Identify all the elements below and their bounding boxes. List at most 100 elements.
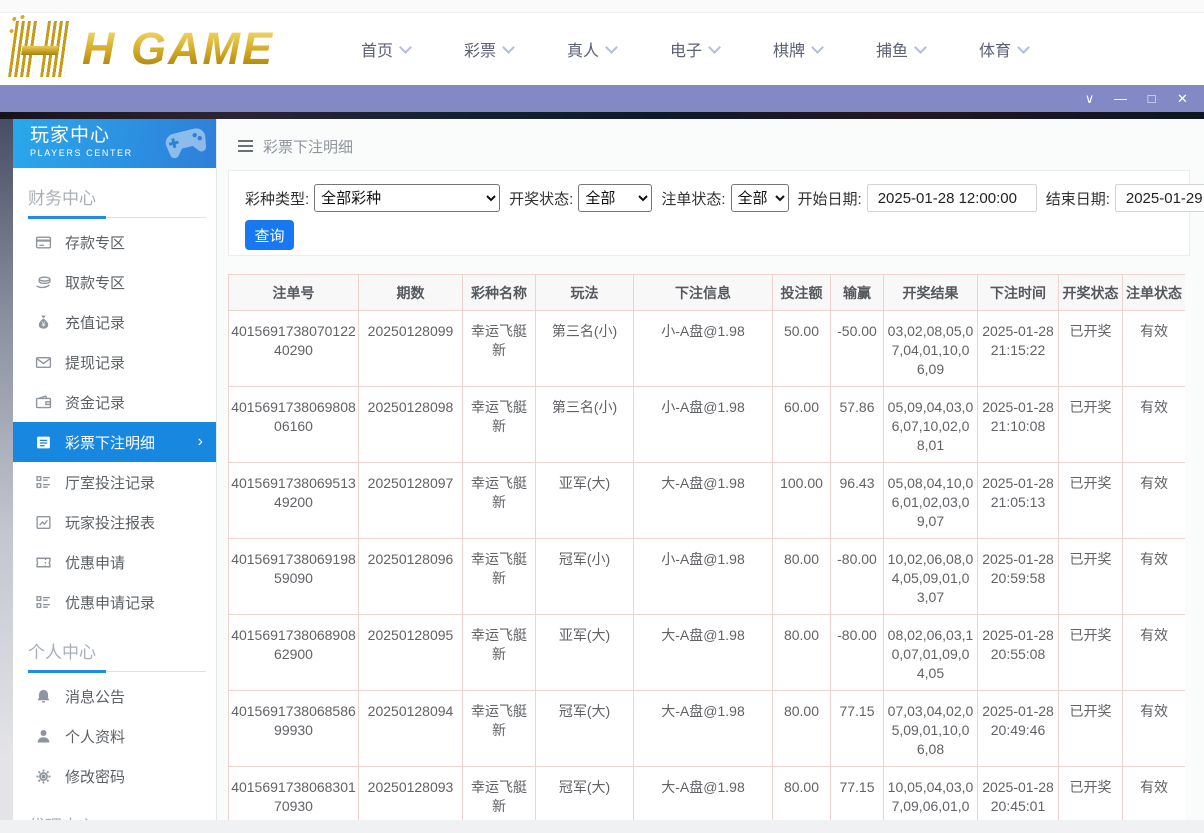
nav-item-4[interactable]: 电子 bbox=[643, 37, 746, 61]
table-cell: 77.15 bbox=[831, 691, 884, 767]
table-cell: 冠军(大) bbox=[536, 691, 634, 767]
draw-status-select[interactable]: 全部 bbox=[578, 184, 652, 212]
maximize-icon: □ bbox=[1148, 91, 1156, 106]
order-status-select[interactable]: 全部 bbox=[731, 184, 789, 212]
nav-item-2[interactable]: 彩票 bbox=[437, 37, 540, 61]
table-row: 40156917380689086290020250128095幸运飞艇新亚军(… bbox=[229, 615, 1186, 691]
bell-icon bbox=[35, 688, 52, 705]
table-cell: 有效 bbox=[1123, 311, 1186, 387]
nav-item-6[interactable]: 捕鱼 bbox=[849, 37, 952, 61]
table-cell: 有效 bbox=[1123, 615, 1186, 691]
table-cell: 幸运飞艇新 bbox=[463, 539, 536, 615]
table-cell: 已开奖 bbox=[1059, 615, 1123, 691]
table-row: 40156917380691985909020250128096幸运飞艇新冠军(… bbox=[229, 539, 1186, 615]
lottery-type-select[interactable]: 全部彩种 bbox=[314, 184, 500, 212]
sidebar-item-资金记录[interactable]: 资金记录› bbox=[13, 382, 216, 422]
search-button[interactable]: 查询 bbox=[245, 220, 294, 250]
table-cell: 60.00 bbox=[773, 387, 831, 463]
lottery-type-label: 彩种类型: bbox=[245, 188, 309, 209]
logo[interactable]: H GAME bbox=[8, 21, 304, 77]
table-cell: 幸运飞艇新 bbox=[463, 463, 536, 539]
sidebar-item-取款专区[interactable]: 取款专区› bbox=[13, 262, 216, 302]
sidebar-item-玩家投注报表[interactable]: 玩家投注报表› bbox=[13, 502, 216, 542]
sidebar-item-label: 厅室投注记录 bbox=[65, 472, 155, 493]
table-cell: 有效 bbox=[1123, 387, 1186, 463]
end-date-input[interactable] bbox=[1115, 184, 1204, 212]
sidebar-item-label: 修改密码 bbox=[65, 766, 125, 787]
table-cell: 有效 bbox=[1123, 691, 1186, 767]
sidebar-item-厅室投注记录[interactable]: 厅室投注记录› bbox=[13, 462, 216, 502]
nav-item-label: 首页 bbox=[361, 37, 393, 61]
table-cell: 10,02,06,08,04,05,09,01,03,07 bbox=[884, 539, 978, 615]
table-cell: 08,02,06,03,10,07,01,09,04,05 bbox=[884, 615, 978, 691]
close-button[interactable]: ✕ bbox=[1167, 85, 1198, 112]
breadcrumb: 彩票下注明细 bbox=[217, 119, 1204, 157]
nav-item-3[interactable]: 真人 bbox=[540, 37, 643, 61]
table-cell: 已开奖 bbox=[1059, 463, 1123, 539]
table-cell: 05,08,04,10,06,01,02,03,09,07 bbox=[884, 463, 978, 539]
start-date-label: 开始日期: bbox=[798, 188, 862, 209]
sidebar-item-存款专区[interactable]: 存款专区› bbox=[13, 222, 216, 262]
column-header: 输赢 bbox=[831, 275, 884, 311]
maximize-button[interactable]: □ bbox=[1136, 85, 1167, 112]
column-header: 彩种名称 bbox=[463, 275, 536, 311]
minimize-button[interactable]: — bbox=[1105, 85, 1136, 112]
nav-item-label: 电子 bbox=[670, 37, 702, 61]
chevron-down-icon bbox=[605, 41, 618, 54]
table-cell: 冠军(小) bbox=[536, 539, 634, 615]
column-header: 注单状态 bbox=[1123, 275, 1186, 311]
column-header: 玩法 bbox=[536, 275, 634, 311]
nav-list: 首页 彩票真人 电子 棋牌 捕鱼体育 bbox=[334, 37, 1055, 61]
end-date-label: 结束日期: bbox=[1046, 188, 1110, 209]
table-cell: 已开奖 bbox=[1059, 539, 1123, 615]
table-cell: 20250128093 bbox=[359, 767, 463, 821]
table-cell: 第三名(小) bbox=[536, 387, 634, 463]
table-cell: 77.15 bbox=[831, 767, 884, 821]
start-date-input[interactable] bbox=[867, 184, 1037, 212]
table-cell: 80.00 bbox=[773, 539, 831, 615]
chevron-down-icon bbox=[708, 41, 721, 54]
sidebar: 玩家中心 PLAYERS CENTER 财务中心存款专区›取款专区›¥充值记录›… bbox=[13, 119, 217, 833]
table-row: 40156917380695134920020250128097幸运飞艇新亚军(… bbox=[229, 463, 1186, 539]
sidebar-item-label: 消息公告 bbox=[65, 686, 125, 707]
sidebar-item-充值记录[interactable]: ¥充值记录› bbox=[13, 302, 216, 342]
chevron-down-button[interactable]: ∨ bbox=[1074, 85, 1105, 112]
table-cell: 有效 bbox=[1123, 539, 1186, 615]
nav-item-5[interactable]: 棋牌 bbox=[746, 37, 849, 61]
sidebar-item-优惠申请[interactable]: 优惠申请› bbox=[13, 542, 216, 582]
table-cell: 05,09,04,03,06,07,10,02,08,01 bbox=[884, 387, 978, 463]
table-cell: 2025-01-28 21:05:13 bbox=[978, 463, 1059, 539]
nav-item-7[interactable]: 体育 bbox=[952, 37, 1055, 61]
ticket-icon bbox=[35, 554, 52, 571]
sidebar-item-label: 优惠申请记录 bbox=[65, 592, 155, 613]
decorative-strip bbox=[0, 112, 1204, 119]
window-controls: ∨— □ ✕ bbox=[1074, 85, 1198, 112]
sidebar-item-消息公告[interactable]: 消息公告› bbox=[13, 676, 216, 716]
table-cell: 96.43 bbox=[831, 463, 884, 539]
nav-item-label: 棋牌 bbox=[773, 37, 805, 61]
table-cell: 小-A盘@1.98 bbox=[634, 311, 773, 387]
sidebar-item-彩票下注明细[interactable]: 彩票下注明细› bbox=[13, 422, 216, 462]
window-titlebar: ∨— □ ✕ bbox=[0, 85, 1204, 112]
sidebar-item-提现记录[interactable]: 提现记录› bbox=[13, 342, 216, 382]
table-cell: 401569173807012240290 bbox=[229, 311, 359, 387]
table-cell: 2025-01-28 21:10:08 bbox=[978, 387, 1059, 463]
bank-card-icon bbox=[35, 234, 52, 251]
table-cell: 已开奖 bbox=[1059, 691, 1123, 767]
table-cell: 有效 bbox=[1123, 463, 1186, 539]
hamburger-icon[interactable] bbox=[237, 139, 254, 153]
table-cell: 20250128098 bbox=[359, 387, 463, 463]
sidebar-item-个人资料[interactable]: 个人资料› bbox=[13, 716, 216, 756]
table-cell: 2025-01-28 21:15:22 bbox=[978, 311, 1059, 387]
column-header: 下注信息 bbox=[634, 275, 773, 311]
section-divider bbox=[28, 671, 206, 672]
document-icon bbox=[35, 434, 52, 451]
table-cell: 401569173806951349200 bbox=[229, 463, 359, 539]
sidebar-item-label: 玩家投注报表 bbox=[65, 512, 155, 533]
table-row: 40156917380701224029020250128099幸运飞艇新第三名… bbox=[229, 311, 1186, 387]
sidebar-item-修改密码[interactable]: 修改密码› bbox=[13, 756, 216, 796]
sidebar-item-优惠申请记录[interactable]: 优惠申请记录› bbox=[13, 582, 216, 622]
table-cell: 2025-01-28 20:49:46 bbox=[978, 691, 1059, 767]
nav-item-1[interactable]: 首页 bbox=[334, 37, 437, 61]
table-cell: 401569173806980806160 bbox=[229, 387, 359, 463]
